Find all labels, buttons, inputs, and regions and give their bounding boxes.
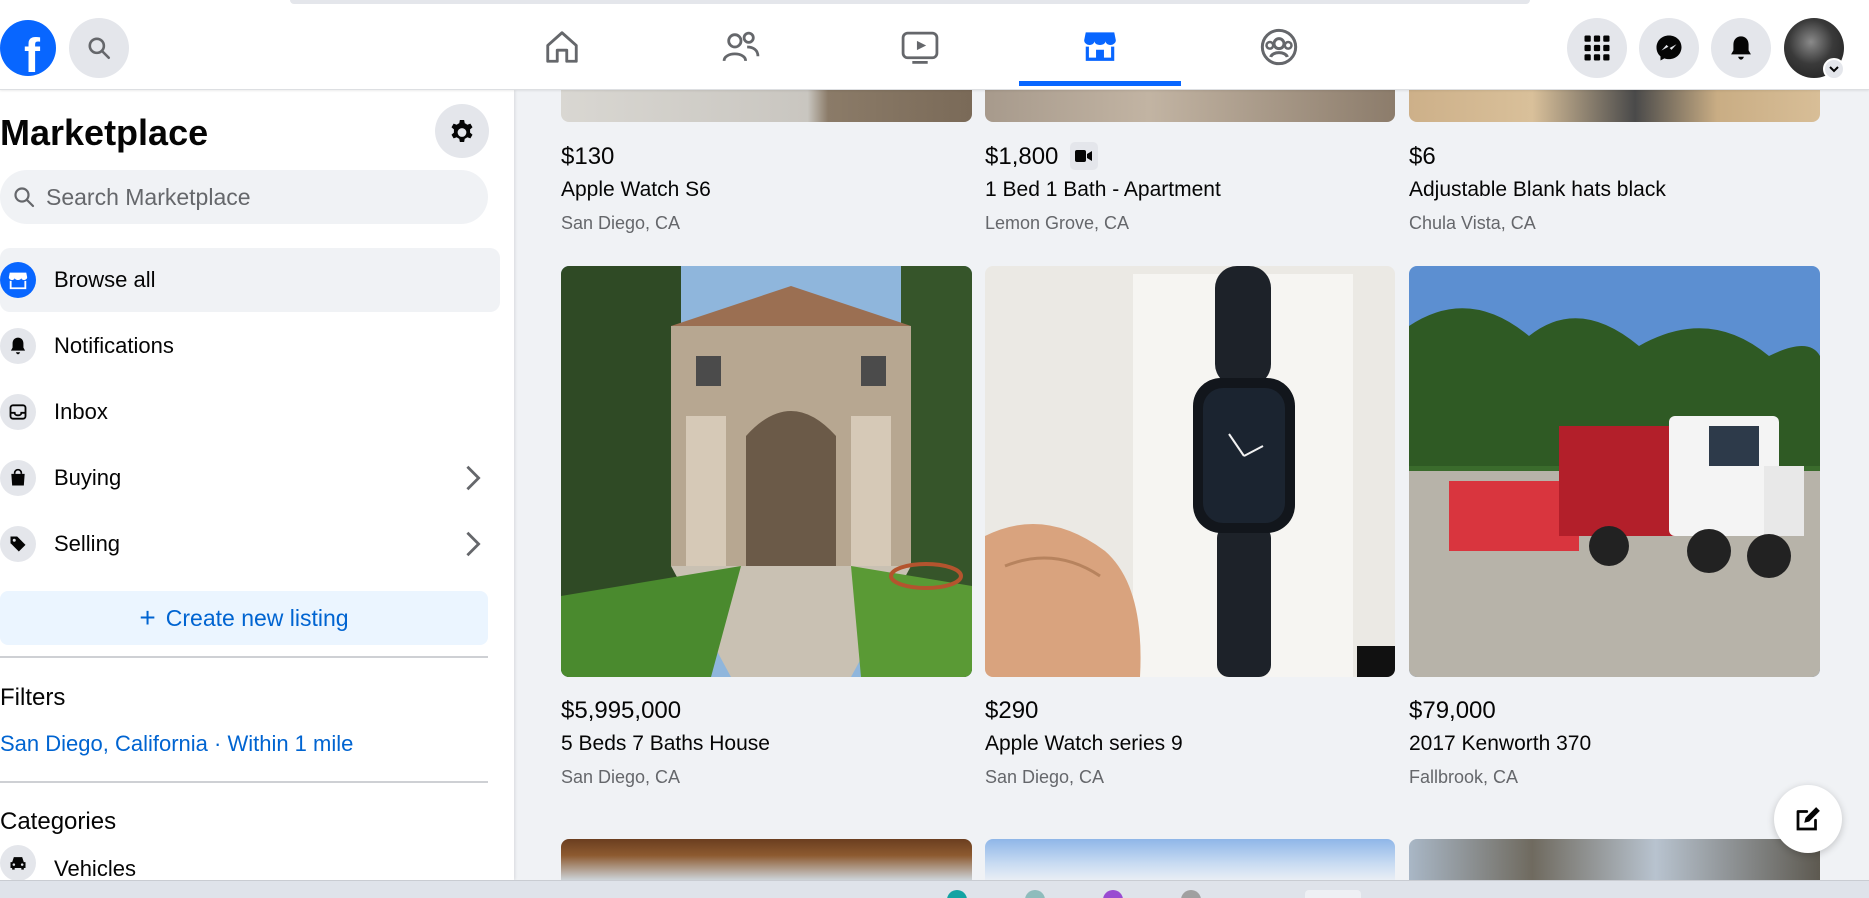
chevron-right-icon bbox=[466, 531, 481, 557]
create-new-listing-button[interactable]: + Create new listing bbox=[0, 591, 488, 645]
taskbar-app-icon[interactable] bbox=[1181, 890, 1201, 898]
notifications-button[interactable] bbox=[1711, 18, 1771, 78]
listing-location: Chula Vista, CA bbox=[1409, 213, 1536, 233]
tab-watch[interactable] bbox=[839, 8, 1001, 86]
search-icon bbox=[88, 37, 111, 60]
plus-icon: + bbox=[139, 602, 156, 633]
taskbar-app-icon[interactable] bbox=[1103, 890, 1123, 898]
listing-title[interactable]: Apple Watch series 9 bbox=[985, 732, 1183, 756]
search-button[interactable] bbox=[69, 18, 129, 78]
marketplace-search[interactable] bbox=[0, 170, 488, 224]
search-icon bbox=[14, 187, 35, 208]
compose-icon bbox=[1796, 807, 1820, 831]
facebook-logo-letter: f bbox=[24, 30, 40, 76]
listing-title[interactable]: Adjustable Blank hats black bbox=[1409, 178, 1666, 202]
sidebar-item-label: Browse all bbox=[54, 267, 156, 292]
listing-location: San Diego, CA bbox=[561, 213, 681, 233]
chevron-right-icon bbox=[466, 465, 481, 491]
sidebar-item-inbox[interactable]: Inbox bbox=[0, 380, 500, 444]
sidebar-item-label: Notifications bbox=[54, 333, 174, 358]
sidebar-item-label: Selling bbox=[54, 531, 121, 556]
listing-location: Fallbrook, CA bbox=[1409, 767, 1519, 787]
sidebar-item-label: Buying bbox=[54, 465, 122, 490]
storefront-icon bbox=[0, 262, 36, 298]
new-message-button[interactable] bbox=[1774, 785, 1842, 853]
sidebar-item-browse-all[interactable]: Browse all bbox=[0, 248, 500, 312]
listing-price: $1,800 bbox=[985, 143, 1059, 170]
divider bbox=[0, 656, 488, 658]
listing-location: San Diego, CA bbox=[561, 767, 681, 787]
create-new-listing-label: Create new listing bbox=[165, 604, 349, 631]
messenger-button[interactable] bbox=[1639, 18, 1699, 78]
listing-image[interactable] bbox=[561, 839, 972, 880]
listing-price: $5,995,000 bbox=[561, 697, 682, 724]
listing-title[interactable]: 2017 Kenworth 370 bbox=[1409, 732, 1591, 756]
taskbar-app-icon[interactable] bbox=[1305, 890, 1361, 898]
sidebar-item-notifications[interactable]: Notifications bbox=[0, 314, 500, 378]
account-menu-caret[interactable] bbox=[1823, 58, 1845, 80]
listing-title[interactable]: 1 Bed 1 Bath - Apartment bbox=[985, 178, 1221, 202]
sidebar-item-label: Vehicles bbox=[54, 856, 136, 880]
sidebar-item-buying[interactable]: Buying bbox=[0, 446, 500, 510]
mansion-photo[interactable] bbox=[561, 266, 972, 677]
video-icon bbox=[901, 31, 939, 64]
listing-price: $290 bbox=[985, 697, 1039, 724]
listing-price: $79,000 bbox=[1409, 697, 1496, 724]
listing-image[interactable] bbox=[985, 839, 1395, 880]
grid-menu-icon bbox=[1584, 35, 1610, 61]
car-icon bbox=[0, 845, 36, 880]
groups-icon bbox=[1260, 28, 1298, 66]
tab-marketplace[interactable] bbox=[1019, 8, 1181, 86]
sidebar-item-selling[interactable]: Selling bbox=[0, 512, 500, 576]
browser-tab-strip bbox=[290, 0, 1530, 4]
sidebar-item-label: Inbox bbox=[54, 399, 108, 424]
video-badge bbox=[1070, 142, 1098, 170]
listing-title[interactable]: Apple Watch S6 bbox=[561, 178, 711, 202]
marketplace-settings-button[interactable] bbox=[435, 104, 489, 158]
truck-photo[interactable] bbox=[1409, 266, 1820, 677]
tab-home[interactable] bbox=[481, 8, 643, 86]
tab-groups[interactable] bbox=[1198, 8, 1360, 86]
listing-price: $130 bbox=[561, 143, 615, 170]
friends-icon bbox=[722, 31, 760, 62]
location-filter-link[interactable]: San Diego, California · Within 1 mile bbox=[0, 731, 353, 757]
os-taskbar bbox=[0, 880, 1869, 898]
taskbar-app-icon[interactable] bbox=[947, 890, 967, 898]
categories-heading: Categories bbox=[0, 808, 117, 835]
taskbar-app-icon[interactable] bbox=[1025, 890, 1045, 898]
bell-icon bbox=[0, 328, 36, 364]
video-camera-icon bbox=[1075, 150, 1092, 162]
listing-title[interactable]: 5 Beds 7 Baths House bbox=[561, 732, 770, 756]
category-vehicles[interactable]: Vehicles bbox=[0, 836, 500, 880]
shopping-bag-icon bbox=[0, 460, 36, 496]
top-navigation-bar: f bbox=[0, 0, 1869, 90]
listing-location: San Diego, CA bbox=[985, 767, 1105, 787]
listing-location: Lemon Grove, CA bbox=[985, 213, 1130, 233]
inbox-icon bbox=[0, 394, 36, 430]
messenger-icon bbox=[1656, 35, 1682, 61]
listing-image[interactable] bbox=[1409, 839, 1820, 880]
listing-price: $6 bbox=[1409, 143, 1436, 170]
page-title: Marketplace bbox=[0, 112, 209, 153]
gear-icon bbox=[451, 120, 473, 142]
search-input[interactable] bbox=[46, 183, 466, 211]
marketplace-icon bbox=[1084, 31, 1116, 61]
watch-photo[interactable] bbox=[985, 266, 1395, 677]
bell-icon bbox=[1731, 36, 1751, 60]
menu-button[interactable] bbox=[1567, 18, 1627, 78]
price-tag-icon bbox=[0, 526, 36, 562]
filters-heading: Filters bbox=[0, 684, 66, 711]
chevron-down-icon bbox=[1829, 66, 1839, 73]
tab-friends[interactable] bbox=[660, 8, 822, 86]
home-icon bbox=[546, 31, 578, 63]
divider bbox=[0, 781, 488, 783]
facebook-logo[interactable]: f bbox=[0, 20, 56, 76]
